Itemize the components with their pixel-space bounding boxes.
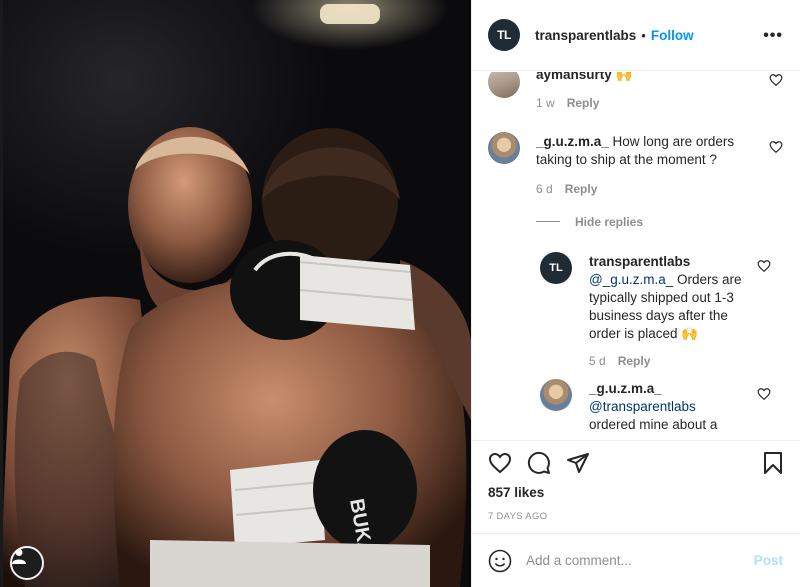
comment-text: aymansurty 🙌 [536, 72, 632, 84]
reply-button[interactable]: Reply [565, 182, 598, 196]
author-avatar[interactable]: TL [488, 19, 520, 51]
reply-button[interactable]: Reply [567, 96, 600, 110]
post-actions [472, 440, 800, 486]
comments-list[interactable]: aymansurty 🙌 1 w Reply _g.u.z.m.a_ How lo… [472, 72, 800, 439]
post-date[interactable]: 7 DAYS AGO [488, 511, 547, 522]
like-reply-heart-icon[interactable] [757, 387, 771, 401]
comment-body-line2: taking to ship at the moment ? [536, 152, 717, 167]
author-username[interactable]: transparentlabs [535, 28, 636, 43]
reply-username[interactable]: transparentlabs [589, 254, 690, 269]
reply-mention-link[interactable]: @_g.u.z.m.a_ [589, 272, 673, 287]
more-options-icon[interactable]: ••• [763, 27, 783, 45]
like-reply-heart-icon[interactable] [757, 259, 771, 273]
user-tag-button[interactable] [10, 546, 44, 580]
like-heart-icon[interactable] [488, 451, 512, 475]
comment-age: 6 d [536, 182, 553, 196]
comment-username[interactable]: _g.u.z.m.a_ [536, 134, 609, 149]
comment-body: 🙌 [615, 72, 633, 82]
post-comment-button[interactable]: Post [754, 553, 783, 568]
reply-author-avatar[interactable] [540, 379, 572, 411]
boxers-embrace-image: BUKA [0, 4, 471, 587]
reply-author-avatar[interactable]: TL [540, 252, 572, 284]
follow-button[interactable]: Follow [651, 28, 694, 43]
hide-replies-line [536, 221, 560, 222]
reply-body-line1: Orders are [677, 272, 742, 287]
share-send-icon[interactable] [566, 451, 590, 475]
likes-count[interactable]: 857 likes [488, 485, 544, 500]
post-photo[interactable]: BUKA [0, 0, 471, 587]
reply-text: _g.u.z.m.a_ @transparentlabs ordered min… [589, 380, 759, 434]
hide-replies-button[interactable]: Hide replies [575, 215, 643, 229]
reply-body-line2: typically shipped out 1-3 [589, 290, 734, 305]
comment-username[interactable]: aymansurty [536, 72, 612, 82]
reply-age: 5 d [589, 354, 606, 368]
like-comment-heart-icon[interactable] [769, 140, 783, 154]
reply-username[interactable]: _g.u.z.m.a_ [589, 381, 662, 396]
emoji-smiley-icon[interactable] [488, 549, 512, 573]
photo-edge [0, 0, 3, 587]
person-icon [12, 549, 26, 564]
reply-body-line4: order is placed 🙌 [589, 326, 699, 341]
post-header: TL transparentlabs • Follow ••• [472, 0, 800, 71]
comment-body-line1: How long are orders [612, 134, 735, 149]
reply-body-line3: business days after the [589, 308, 728, 323]
comment-text: _g.u.z.m.a_ How long are orders taking t… [536, 133, 751, 169]
commenter-avatar[interactable] [488, 72, 520, 98]
reply-text: transparentlabs @_g.u.z.m.a_ Orders are … [589, 253, 759, 343]
commenter-avatar[interactable] [488, 132, 520, 164]
author-logo-text: TL [497, 28, 511, 42]
reply-meta: 5 d Reply [589, 354, 650, 368]
reply-mention-link[interactable]: @transparentlabs [589, 399, 696, 414]
comment-bubble-icon[interactable] [527, 451, 551, 475]
header-separator: • [641, 27, 646, 43]
bookmark-save-icon[interactable] [762, 451, 784, 475]
reply-avatar-logo-text: TL [549, 262, 563, 274]
reply-button[interactable]: Reply [618, 354, 651, 368]
comment-age: 1 w [536, 96, 555, 110]
like-comment-heart-icon[interactable] [769, 73, 783, 87]
comment-composer: Post [472, 533, 800, 587]
comment-meta: 6 d Reply [536, 182, 597, 196]
reply-body-line1: ordered mine about a [589, 417, 718, 432]
post-side-panel: TL transparentlabs • Follow ••• aymansur… [471, 0, 800, 587]
comment-meta: 1 w Reply [536, 96, 599, 110]
comment-input[interactable] [526, 553, 736, 568]
